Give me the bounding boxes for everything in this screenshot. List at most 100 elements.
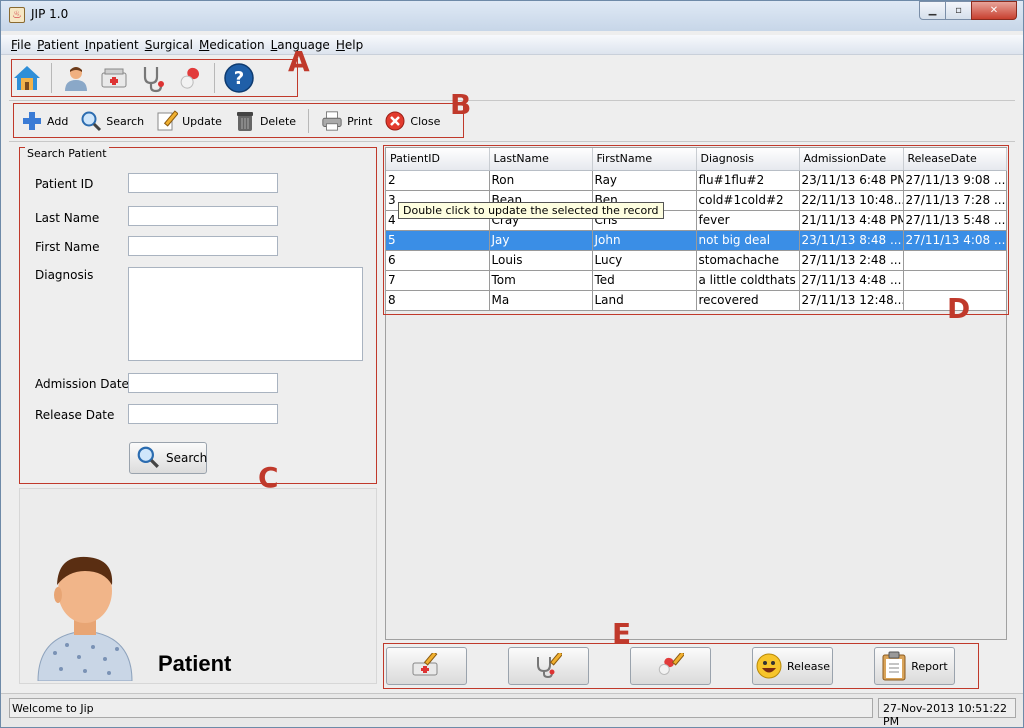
menu-file[interactable]: File [11, 38, 31, 52]
table-cell: fever [696, 210, 800, 231]
annotation-box-b [13, 103, 464, 138]
admission-date-input[interactable] [128, 373, 278, 393]
release-button[interactable]: Release [752, 647, 833, 685]
status-bar: Welcome to Jip 27-Nov-2013 10:51:22 PM [1, 693, 1023, 728]
patient-table-container: PatientID LastName FirstName Diagnosis A… [385, 147, 1007, 640]
table-cell: Louis [489, 250, 593, 271]
table-cell: John [592, 230, 697, 251]
report-button[interactable]: Report [874, 647, 955, 685]
patient-avatar-illustration [37, 556, 133, 681]
release-label: Release [787, 659, 830, 673]
toolbar-divider [9, 141, 1015, 142]
table-cell: a little coldthats it [696, 270, 800, 291]
column-header-diagnosis[interactable]: Diagnosis [696, 148, 800, 171]
inpatient-edit-icon [410, 653, 440, 679]
table-cell: 6 [386, 250, 490, 271]
surgical-edit-button[interactable] [508, 647, 589, 685]
table-cell [903, 270, 1007, 291]
patient-module-title: Patient [158, 651, 232, 676]
column-header-lastname[interactable]: LastName [489, 148, 593, 171]
search-patient-button[interactable]: Search [129, 442, 207, 474]
patient-id-input[interactable] [128, 173, 278, 193]
table-tooltip: Double click to update the selected the … [398, 202, 664, 219]
close-window-button[interactable]: ✕ [971, 1, 1017, 20]
pill-edit-icon [654, 653, 684, 679]
diagnosis-label: Diagnosis [35, 268, 94, 282]
menu-inpatient[interactable]: Inpatient [85, 38, 139, 52]
annotation-label-d: D [947, 292, 971, 325]
column-header-patientid[interactable]: PatientID [386, 148, 490, 171]
annotation-label-e: E [612, 617, 632, 650]
clipboard-icon [881, 651, 907, 681]
menu-help[interactable]: Help [336, 38, 363, 52]
release-date-input[interactable] [128, 404, 278, 424]
table-cell: Ted [592, 270, 697, 291]
column-header-admissiondate[interactable]: AdmissionDate [799, 148, 904, 171]
table-cell: Jay [489, 230, 593, 251]
table-cell: flu#1flu#2 [696, 170, 800, 191]
table-cell: recovered [696, 290, 800, 311]
last-name-input[interactable] [128, 206, 278, 226]
inpatient-edit-button[interactable] [386, 647, 467, 685]
table-cell: Ma [489, 290, 593, 311]
table-cell: Lucy [592, 250, 697, 271]
smiley-icon [755, 652, 783, 680]
menu-bar: File Patient Inpatient Surgical Medicati… [1, 35, 1023, 55]
java-app-icon: ♨ [9, 7, 25, 23]
table-cell: 2 [386, 170, 490, 191]
patient-table: PatientID LastName FirstName Diagnosis A… [386, 148, 1007, 311]
window-controls: ▁ ▫ ✕ [919, 1, 1017, 20]
table-row-selected[interactable]: 5 Jay John not big deal 23/11/13 8:48 ..… [386, 230, 1007, 251]
table-cell: Land [592, 290, 697, 311]
annotation-label-b: B [450, 88, 472, 121]
medication-edit-button[interactable] [630, 647, 711, 685]
table-cell: 5 [386, 230, 490, 251]
title-bar: ♨ JIP 1.0 ▁ ▫ ✕ [1, 1, 1023, 31]
table-cell: Ron [489, 170, 593, 191]
status-datetime: 27-Nov-2013 10:51:22 PM [878, 698, 1016, 728]
table-row[interactable]: 6 Louis Lucy stomachache 27/11/13 2:48 .… [386, 250, 1007, 271]
window-title: JIP 1.0 [31, 7, 69, 21]
table-cell: 23/11/13 6:48 PM [799, 170, 904, 191]
table-header-row: PatientID LastName FirstName Diagnosis A… [386, 148, 1007, 171]
release-date-label: Release Date [35, 408, 115, 422]
report-label: Report [911, 659, 948, 673]
patient-id-label: Patient ID [35, 177, 94, 191]
table-cell: 27/11/13 4:48 ... [799, 270, 904, 291]
table-cell: 22/11/13 10:48... [799, 190, 904, 211]
table-cell: 23/11/13 8:48 ... [799, 230, 904, 251]
diagnosis-textarea[interactable] [128, 267, 363, 361]
search-button-label: Search [166, 451, 208, 465]
table-cell: not big deal [696, 230, 800, 251]
maximize-button[interactable]: ▫ [945, 1, 972, 20]
stethoscope-edit-icon [532, 653, 562, 679]
admission-date-label: Admission Date [35, 377, 129, 391]
table-cell [903, 250, 1007, 271]
column-header-releasedate[interactable]: ReleaseDate [903, 148, 1007, 171]
table-cell: stomachache [696, 250, 800, 271]
first-name-input[interactable] [128, 236, 278, 256]
annotation-label-a: A [288, 45, 310, 78]
search-panel-title: Search Patient [25, 147, 109, 160]
table-row[interactable]: 7 Tom Ted a little coldthats it 27/11/13… [386, 270, 1007, 291]
column-header-firstname[interactable]: FirstName [592, 148, 697, 171]
table-cell: 27/11/13 12:48... [799, 290, 904, 311]
table-cell: Tom [489, 270, 593, 291]
table-row[interactable]: 8 Ma Land recovered 27/11/13 12:48... [386, 290, 1007, 311]
menu-patient[interactable]: Patient [37, 38, 79, 52]
table-cell: 27/11/13 7:28 ... [903, 190, 1007, 211]
table-cell: 27/11/13 9:08 ... [903, 170, 1007, 191]
menu-medication[interactable]: Medication [199, 38, 265, 52]
status-message: Welcome to Jip [9, 698, 873, 718]
minimize-button[interactable]: ▁ [919, 1, 946, 20]
last-name-label: Last Name [35, 211, 100, 225]
first-name-label: First Name [35, 240, 100, 254]
annotation-box-a [11, 59, 298, 97]
menu-surgical[interactable]: Surgical [145, 38, 193, 52]
table-cell: 7 [386, 270, 490, 291]
table-cell: cold#1cold#2 [696, 190, 800, 211]
table-cell: Ray [592, 170, 697, 191]
table-cell: 27/11/13 4:08 ... [903, 230, 1007, 251]
table-cell: 21/11/13 4:48 PM [799, 210, 904, 231]
table-row[interactable]: 2 Ron Ray flu#1flu#2 23/11/13 6:48 PM 27… [386, 170, 1007, 191]
